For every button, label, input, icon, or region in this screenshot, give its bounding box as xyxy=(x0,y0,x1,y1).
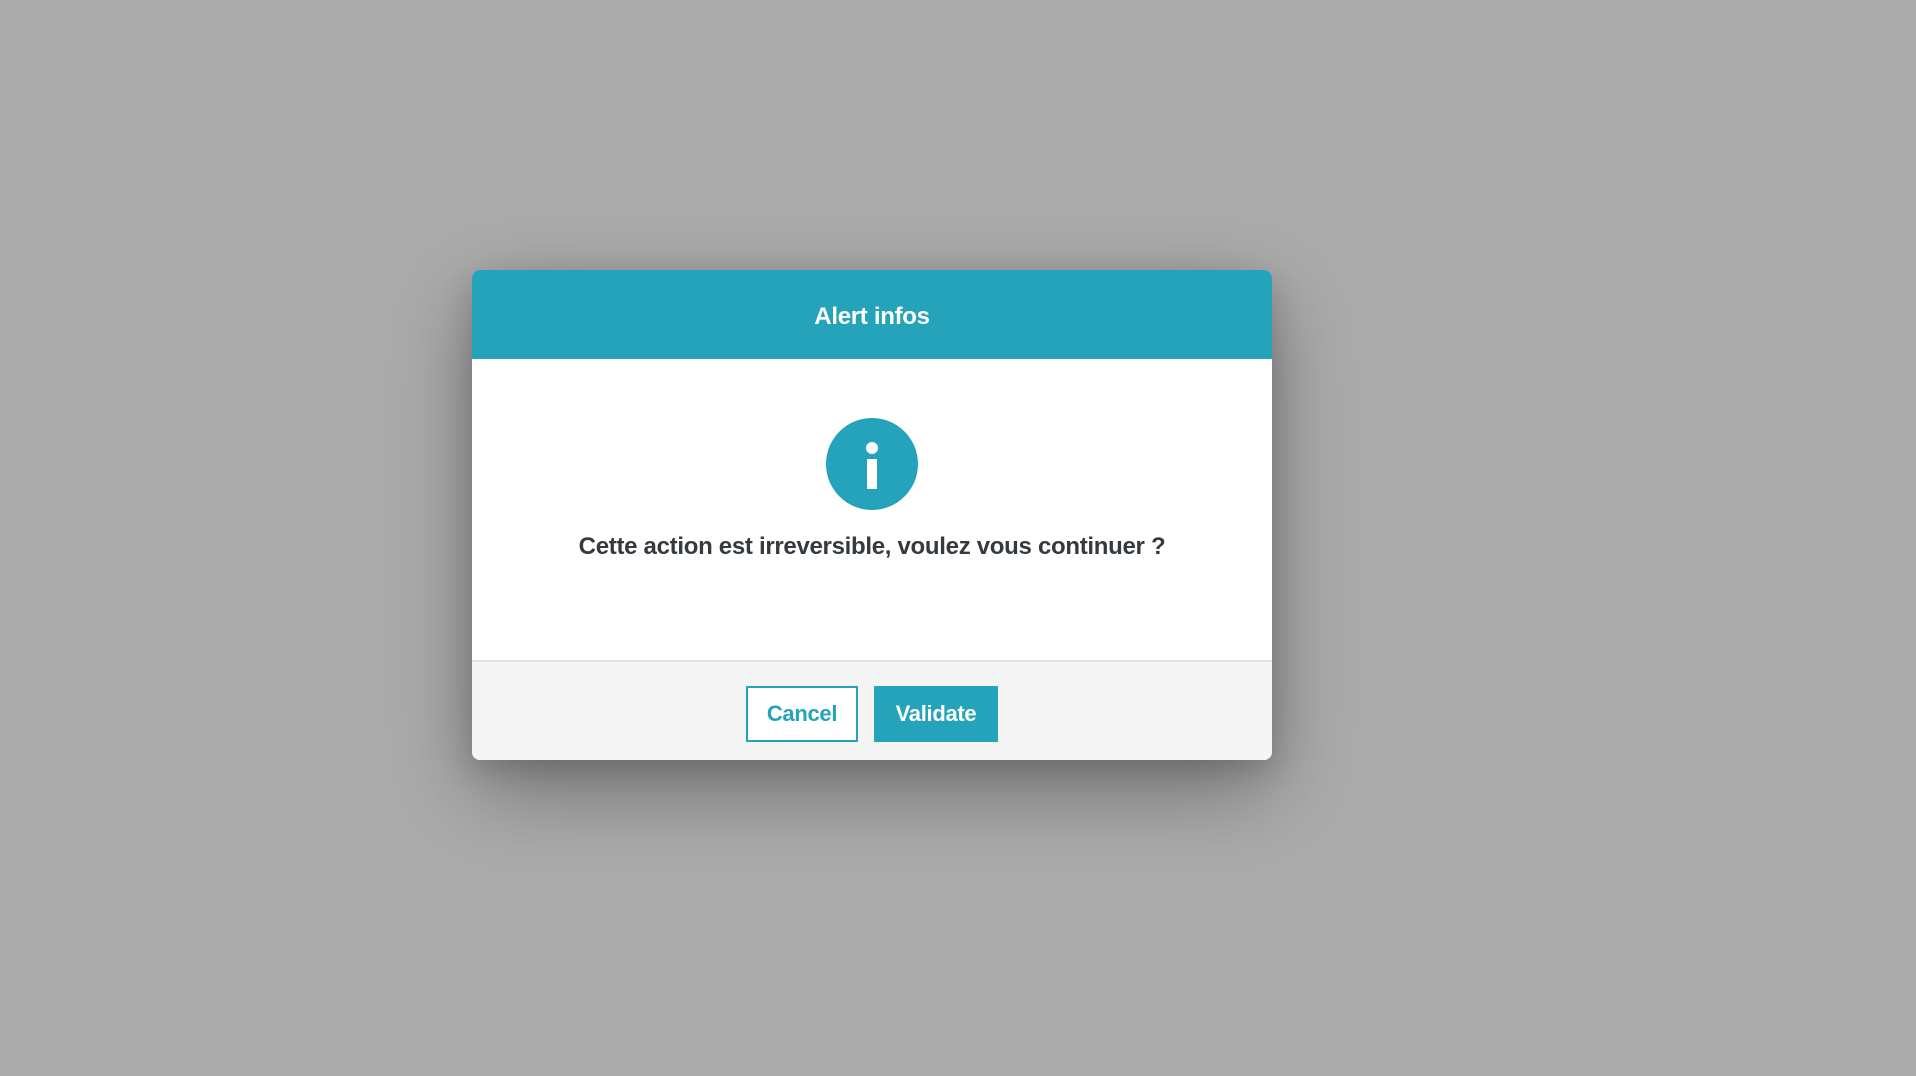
cancel-button[interactable]: Cancel xyxy=(746,686,858,742)
dialog-header: Alert infos xyxy=(472,270,1272,359)
dialog-message: Cette action est irreversible, voulez vo… xyxy=(578,533,1166,560)
info-icon xyxy=(826,418,918,510)
dialog-title: Alert infos xyxy=(814,302,930,330)
dialog-body: Cette action est irreversible, voulez vo… xyxy=(472,359,1272,659)
validate-button[interactable]: Validate xyxy=(874,686,998,742)
dialog-footer: Cancel Validate xyxy=(472,660,1272,760)
alert-dialog: Alert infos Cette action est irreversibl… xyxy=(472,270,1272,760)
